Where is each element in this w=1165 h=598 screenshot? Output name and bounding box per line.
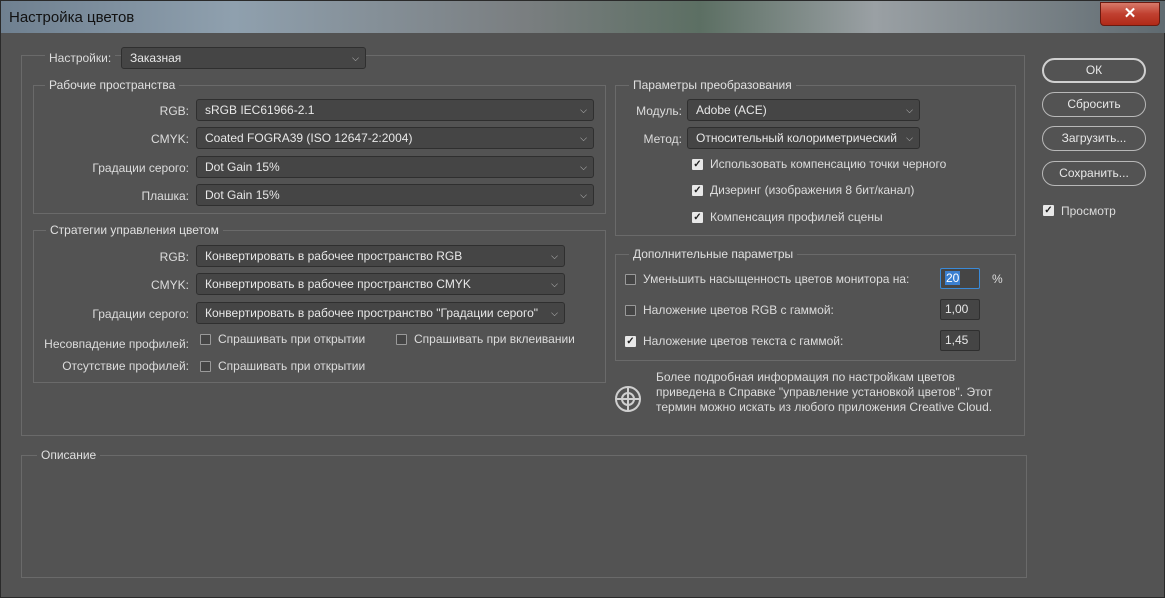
mismatch-open-label: Спрашивать при открытии xyxy=(218,332,366,346)
ws-cmyk-select[interactable]: Coated FOGRA39 (ISO 12647-2:2004) ⌵ xyxy=(196,127,594,149)
pol-rgb-select[interactable]: Конвертировать в рабочее пространство RG… xyxy=(196,245,565,267)
settings-label: Настройки: xyxy=(45,51,116,65)
load-button[interactable]: Загрузить... xyxy=(1042,126,1146,151)
ws-rgb-value: sRGB IEC61966-2.1 xyxy=(205,103,315,117)
mismatch-paste-checkbox[interactable] xyxy=(396,334,407,345)
blend-rgb-input[interactable]: 1,00 xyxy=(940,299,980,320)
ws-gray-value: Dot Gain 15% xyxy=(205,160,280,174)
pol-cmyk-select[interactable]: Конвертировать в рабочее пространство CM… xyxy=(196,273,565,295)
working-spaces-title: Рабочие пространства xyxy=(45,78,180,92)
ws-spot-value: Dot Gain 15% xyxy=(205,188,280,202)
chevron-down-icon: ⌵ xyxy=(580,105,587,115)
ok-button[interactable]: ОК xyxy=(1042,58,1146,83)
close-icon: ✕ xyxy=(1123,5,1137,22)
settings-select[interactable]: Заказная ⌵ xyxy=(121,47,366,69)
ws-rgb-label: RGB: xyxy=(159,104,189,118)
mismatch-paste-label: Спрашивать при вклеивании xyxy=(414,332,575,346)
color-settings-dialog: Настройка цветов ✕ Настройки: Заказная ⌵ … xyxy=(0,0,1165,598)
ws-rgb-select[interactable]: sRGB IEC61966-2.1 ⌵ xyxy=(196,99,594,121)
chevron-down-icon: ⌵ xyxy=(352,53,359,63)
window-title: Настройка цветов xyxy=(9,9,135,26)
blend-text-label: Наложение цветов текста с гаммой: xyxy=(643,334,844,348)
chevron-down-icon: ⌵ xyxy=(906,133,913,143)
pol-cmyk-label: CMYK: xyxy=(150,278,189,292)
dither-checkbox[interactable]: ✓ xyxy=(692,185,703,196)
pol-gray-select[interactable]: Конвертировать в рабочее пространство "Г… xyxy=(196,302,565,324)
ws-gray-select[interactable]: Dot Gain 15% ⌵ xyxy=(196,156,594,178)
save-button[interactable]: Сохранить... xyxy=(1042,161,1146,186)
ws-cmyk-value: Coated FOGRA39 (ISO 12647-2:2004) xyxy=(205,131,413,145)
intent-value: Относительный колориметрический xyxy=(696,131,897,145)
pol-rgb-value: Конвертировать в рабочее пространство RG… xyxy=(205,249,463,263)
chevron-down-icon: ⌵ xyxy=(551,279,558,289)
desaturate-input[interactable]: 20 xyxy=(940,268,980,289)
chevron-down-icon: ⌵ xyxy=(551,308,558,318)
pol-gray-value: Конвертировать в рабочее пространство "Г… xyxy=(205,306,539,320)
settings-value: Заказная xyxy=(130,51,182,65)
intent-label: Метод: xyxy=(643,132,682,146)
desaturate-checkbox[interactable] xyxy=(625,274,636,285)
pol-cmyk-value: Конвертировать в рабочее пространство CM… xyxy=(205,277,471,291)
blend-text-checkbox[interactable]: ✓ xyxy=(625,336,636,347)
info-line-2: приведена в Справке "управление установк… xyxy=(656,385,993,399)
info-line-3: термин можно искать из любого приложения… xyxy=(656,400,993,414)
blend-rgb-checkbox[interactable] xyxy=(625,305,636,316)
description-group xyxy=(21,455,1027,578)
engine-select[interactable]: Adobe (ACE) ⌵ xyxy=(687,99,920,121)
missing-label: Отсутствие профилей: xyxy=(62,359,189,373)
ws-cmyk-label: CMYK: xyxy=(150,132,189,146)
color-settings-info-icon xyxy=(615,386,641,412)
advanced-title: Дополнительные параметры xyxy=(629,247,798,261)
pol-gray-label: Градации серого: xyxy=(92,307,189,321)
policies-title: Стратегии управления цветом xyxy=(46,223,223,237)
ws-spot-select[interactable]: Dot Gain 15% ⌵ xyxy=(196,184,594,206)
dither-label: Дизеринг (изображения 8 бит/канал) xyxy=(710,183,915,197)
preview-checkbox[interactable]: ✓ xyxy=(1043,205,1054,216)
chevron-down-icon: ⌵ xyxy=(551,251,558,261)
conversion-title: Параметры преобразования xyxy=(629,78,796,92)
intent-select[interactable]: Относительный колориметрический ⌵ xyxy=(687,127,920,149)
ws-spot-label: Плашка: xyxy=(141,189,189,203)
pol-rgb-label: RGB: xyxy=(159,250,189,264)
reset-button[interactable]: Сбросить xyxy=(1042,92,1146,117)
chevron-down-icon: ⌵ xyxy=(580,190,587,200)
missing-open-checkbox[interactable] xyxy=(200,361,211,372)
engine-value: Adobe (ACE) xyxy=(696,103,767,117)
desaturate-label: Уменьшить насыщенность цветов монитора н… xyxy=(643,272,910,286)
description-title: Описание xyxy=(37,448,101,462)
desaturate-value: 20 xyxy=(945,271,961,285)
desaturate-unit: % xyxy=(992,272,1003,286)
missing-open-label: Спрашивать при открытии xyxy=(218,359,366,373)
scene-checkbox[interactable]: ✓ xyxy=(692,212,703,223)
chevron-down-icon: ⌵ xyxy=(580,162,587,172)
mismatch-open-checkbox[interactable] xyxy=(200,334,211,345)
ws-gray-label: Градации серого: xyxy=(92,161,189,175)
mismatch-label: Несовпадение профилей: xyxy=(44,337,189,351)
preview-label: Просмотр xyxy=(1061,204,1116,218)
info-line-1: Более подробная информация по настройкам… xyxy=(656,370,956,384)
engine-label: Модуль: xyxy=(636,104,682,118)
black-point-label: Использовать компенсацию точки черного xyxy=(710,157,947,171)
close-button[interactable]: ✕ xyxy=(1100,2,1160,26)
chevron-down-icon: ⌵ xyxy=(906,105,913,115)
title-bar: Настройка цветов ✕ xyxy=(1,1,1165,33)
black-point-checkbox[interactable]: ✓ xyxy=(692,159,703,170)
scene-label: Компенсация профилей сцены xyxy=(710,210,883,224)
blend-text-input[interactable]: 1,45 xyxy=(940,330,980,351)
blend-rgb-label: Наложение цветов RGB с гаммой: xyxy=(643,303,834,317)
chevron-down-icon: ⌵ xyxy=(580,133,587,143)
